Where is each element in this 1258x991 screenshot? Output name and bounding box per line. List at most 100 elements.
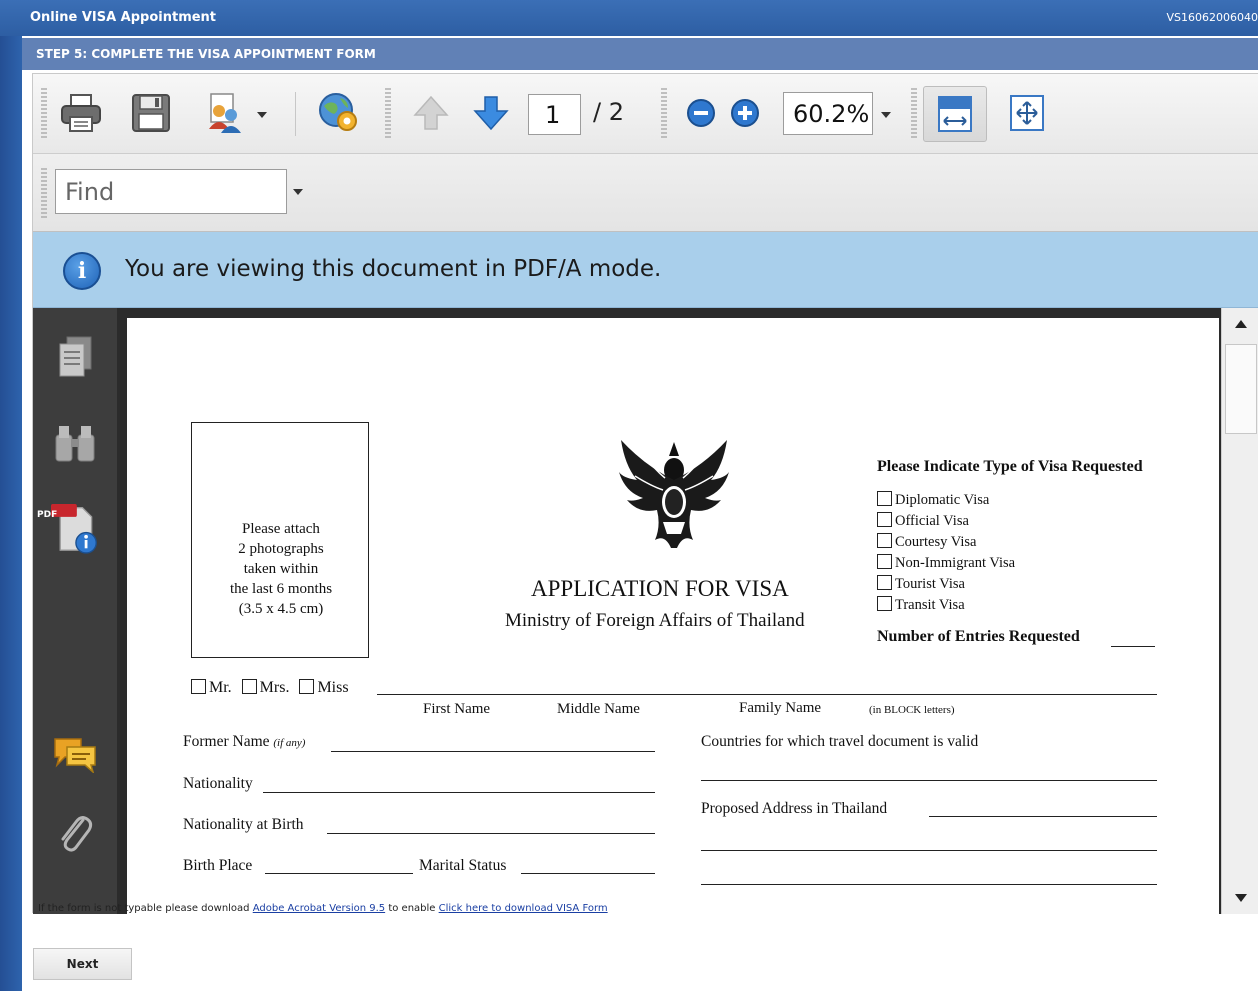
page-number-input[interactable]: 1: [528, 94, 581, 135]
nationality-label: Nationality: [183, 775, 253, 792]
minus-circle-icon: [687, 99, 715, 127]
comments-icon: [54, 738, 96, 773]
full-name-field[interactable]: [377, 694, 1157, 695]
zoom-in-button[interactable]: [721, 88, 769, 138]
arrow-down-icon: [473, 96, 509, 131]
visa-type-option[interactable]: Tourist Visa: [877, 574, 1015, 595]
proposed-address-field-1[interactable]: [929, 816, 1157, 817]
comments-panel-button[interactable]: [51, 728, 99, 778]
nationality-field[interactable]: [263, 792, 655, 793]
document-area[interactable]: Please attach 2 photographs taken within…: [117, 308, 1221, 914]
save-button[interactable]: [127, 88, 175, 138]
miss-checkbox[interactable]: [299, 679, 315, 694]
attachments-panel-button[interactable]: [51, 808, 99, 858]
page-total: / 2: [593, 98, 624, 126]
pages-panel-button[interactable]: [51, 332, 99, 382]
countries-valid-field[interactable]: [701, 780, 1157, 781]
info-icon: i: [63, 252, 101, 290]
checkbox[interactable]: [877, 491, 892, 506]
salutation-row: Mr. Mrs. Miss: [191, 679, 349, 697]
pdf-toolbar: 1 / 2 60.2%: [33, 74, 1258, 154]
vertical-scrollbar[interactable]: [1221, 308, 1258, 914]
footer-note-prefix: If the form is not typable please downlo…: [38, 903, 250, 914]
visa-type-label: Non-Immigrant Visa: [895, 555, 1016, 571]
info-message: You are viewing this document in PDF/A m…: [125, 256, 662, 282]
toolbar-grip[interactable]: [41, 88, 47, 140]
middle-name-caption: Middle Name: [557, 701, 640, 717]
chevron-down-icon: [257, 112, 267, 118]
scroll-down-arrow-icon[interactable]: [1235, 894, 1247, 902]
global-settings-button[interactable]: [315, 88, 363, 138]
pdfa-info-bar: i You are viewing this document in PDF/A…: [33, 232, 1258, 308]
visa-type-list: Diplomatic Visa Official Visa Courtesy V…: [877, 490, 1015, 616]
footer-note-middle: to enable: [388, 903, 436, 914]
proposed-address-field-2[interactable]: [701, 850, 1157, 851]
marital-status-label: Marital Status: [419, 857, 507, 874]
floppy-disk-icon: [132, 94, 170, 132]
fit-width-button[interactable]: [923, 86, 987, 142]
checkbox[interactable]: [877, 554, 892, 569]
search-panel-button[interactable]: [51, 418, 99, 468]
zoom-out-button[interactable]: [677, 88, 725, 138]
find-input[interactable]: Find: [55, 169, 287, 214]
birth-place-field[interactable]: [265, 873, 413, 874]
checkbox[interactable]: [877, 575, 892, 590]
app-header: Online VISA Appointment VS16062006040: [0, 0, 1258, 36]
block-letters-note: (in BLOCK letters): [869, 704, 955, 716]
reference-number: VS16062006040: [1166, 11, 1258, 24]
countries-valid-label: Countries for which travel document is v…: [701, 733, 979, 750]
mr-checkbox[interactable]: [191, 679, 206, 694]
window-frame-left: [0, 0, 22, 991]
former-name-label: Former Name (if any): [183, 733, 305, 751]
entries-field[interactable]: [1111, 646, 1155, 647]
visa-form-download-link[interactable]: Click here to download VISA Form: [439, 903, 608, 914]
users-dropdown-button[interactable]: [201, 88, 267, 138]
fit-page-button[interactable]: [1003, 88, 1051, 138]
former-name-note: (if any): [273, 737, 306, 749]
garuda-emblem: [619, 440, 729, 548]
visa-type-label: Tourist Visa: [895, 576, 965, 592]
pdf-info-icon: [51, 504, 97, 554]
toolbar-grip: [41, 168, 47, 220]
visa-type-option[interactable]: Transit Visa: [877, 595, 1015, 616]
step-title: STEP 5: COMPLETE THE VISA APPOINTMENT FO…: [36, 47, 376, 61]
arrow-up-icon: [413, 95, 449, 130]
document-subtitle: Ministry of Foreign Affairs of Thailand: [505, 610, 805, 631]
checkbox[interactable]: [877, 533, 892, 548]
marital-status-field[interactable]: [521, 873, 655, 874]
next-button[interactable]: Next: [33, 948, 132, 980]
proposed-address-field-3[interactable]: [701, 884, 1157, 885]
toolbar-grip: [385, 88, 391, 140]
find-options-chevron-icon[interactable]: [293, 189, 303, 195]
zoom-level-input[interactable]: 60.2%: [783, 92, 873, 135]
visa-type-option[interactable]: Diplomatic Visa: [877, 490, 1015, 511]
photo-line-3: taken within: [243, 561, 319, 577]
visa-type-option[interactable]: Courtesy Visa: [877, 532, 1015, 553]
checkbox[interactable]: [877, 512, 892, 527]
photo-line-2: 2 photographs: [238, 541, 324, 557]
document-title: APPLICATION FOR VISA: [531, 576, 789, 601]
toolbar-divider: [295, 92, 296, 136]
visa-type-label: Transit Visa: [895, 597, 965, 613]
previous-page-button[interactable]: [407, 88, 455, 138]
visa-type-label: Courtesy Visa: [895, 534, 977, 550]
visa-type-option[interactable]: Non-Immigrant Visa: [877, 553, 1015, 574]
acrobat-download-link[interactable]: Adobe Acrobat Version 9.5: [253, 903, 385, 914]
photo-line-1: Please attach: [242, 521, 320, 537]
app-title: Online VISA Appointment: [30, 10, 217, 25]
checkbox[interactable]: [877, 596, 892, 611]
pdf-properties-button[interactable]: PDF: [37, 496, 99, 560]
former-name-field[interactable]: [331, 751, 655, 752]
zoom-dropdown-chevron-icon[interactable]: [881, 112, 891, 118]
nationality-at-birth-field[interactable]: [327, 833, 655, 834]
next-page-button[interactable]: [467, 88, 515, 138]
birth-place-label: Birth Place: [183, 857, 253, 874]
scroll-up-arrow-icon[interactable]: [1235, 320, 1247, 328]
printer-icon: [61, 94, 101, 132]
visa-type-label: Official Visa: [895, 513, 969, 529]
scroll-thumb[interactable]: [1225, 344, 1257, 434]
step-header: STEP 5: COMPLETE THE VISA APPOINTMENT FO…: [22, 38, 1258, 70]
mrs-checkbox[interactable]: [241, 679, 257, 694]
print-button[interactable]: [57, 88, 105, 138]
visa-type-option[interactable]: Official Visa: [877, 511, 1015, 532]
